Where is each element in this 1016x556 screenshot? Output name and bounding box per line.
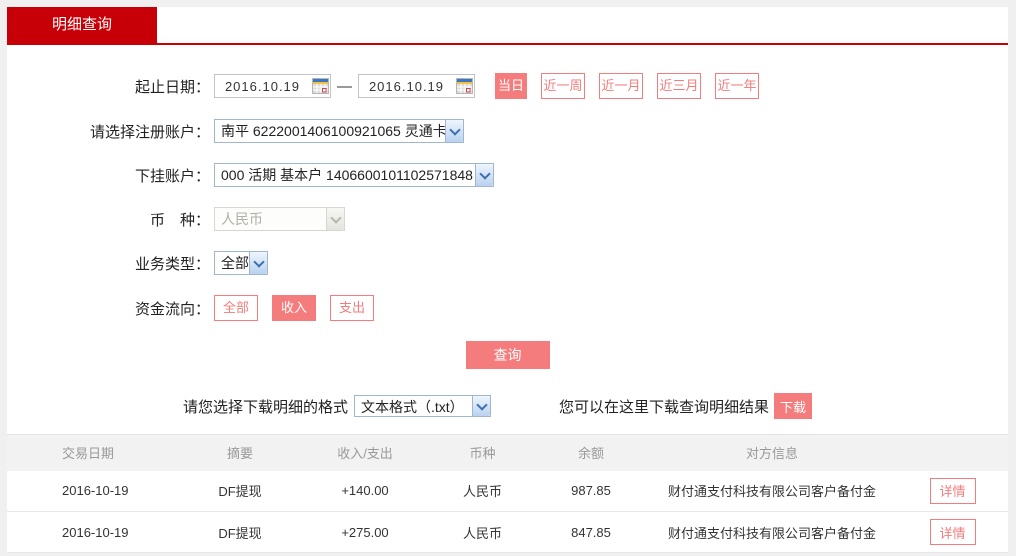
query-button[interactable]: 查询 xyxy=(465,341,550,369)
detail-button[interactable]: 详情 xyxy=(929,519,976,545)
header-balance: 余额 xyxy=(535,434,647,471)
cell-balance: 847.85 xyxy=(535,511,647,553)
cell-counterparty: 财付通支付科技有限公司客户备付金 xyxy=(647,470,897,512)
business-type-select[interactable]: 全部 xyxy=(214,251,268,275)
sub-account-label: 下挂账户： xyxy=(134,167,210,185)
cell-summary: DF提现 xyxy=(180,511,300,553)
date-separator: — xyxy=(337,77,352,95)
tab-detail-query[interactable]: 明细查询 xyxy=(7,7,157,43)
fund-flow-row: 资金流向： 全部 收入 支出 xyxy=(7,295,1008,321)
registered-account-row: 请选择注册账户： 南平 6222001406100921065 灵通卡 xyxy=(7,119,1008,143)
header-summary: 摘要 xyxy=(180,434,300,471)
cell-transaction-date: 2016-10-19 xyxy=(7,470,180,512)
registered-account-select[interactable]: 南平 6222001406100921065 灵通卡 xyxy=(214,119,464,143)
fund-flow-label: 资金流向： xyxy=(134,300,210,318)
date-to-input[interactable]: 2016.10.19 xyxy=(358,74,475,98)
chevron-down-icon[interactable] xyxy=(249,252,267,274)
cell-summary: DF提现 xyxy=(180,470,300,512)
detail-button[interactable]: 详情 xyxy=(929,477,976,504)
download-format-value: 文本格式（.txt） xyxy=(361,399,464,415)
currency-row: 币 种： 人民币 xyxy=(7,207,1008,231)
download-row: 请您选择下载明细的格式 文本格式（.txt） 您可以在这里下载查询明细结果 下载 xyxy=(7,393,1008,419)
content-panel: 明细查询 起止日期： 2016.10.19 — 2016.10.19 当日 近一… xyxy=(7,7,1008,553)
download-hint: 您可以在这里下载查询明细结果 xyxy=(559,398,770,416)
business-type-label: 业务类型： xyxy=(134,255,210,273)
currency-value: 人民币 xyxy=(221,211,263,227)
sub-account-select[interactable]: 000 活期 基本户 1406600101102571848 xyxy=(214,163,494,187)
sub-account-value: 000 活期 基本户 1406600101102571848 xyxy=(221,167,473,183)
cell-transaction-date: 2016-10-19 xyxy=(7,511,180,553)
chevron-down-icon[interactable] xyxy=(475,164,493,186)
download-format-label: 请您选择下载明细的格式 xyxy=(183,398,349,416)
registered-account-label: 请选择注册账户： xyxy=(89,123,210,141)
currency-select: 人民币 xyxy=(214,207,345,231)
calendar-icon[interactable] xyxy=(310,75,330,97)
download-button[interactable]: 下载 xyxy=(774,393,813,419)
header-transaction-date: 交易日期 xyxy=(7,434,180,471)
fund-flow-button-income[interactable]: 收入 xyxy=(272,295,316,321)
date-range-label: 起止日期： xyxy=(134,78,210,96)
period-button-week[interactable]: 近一周 xyxy=(541,73,585,99)
registered-account-value: 南平 6222001406100921065 灵通卡 xyxy=(221,123,445,139)
fund-flow-buttons: 全部 收入 支出 xyxy=(214,295,374,321)
header-income-expense: 收入/支出 xyxy=(300,434,430,471)
chevron-down-icon xyxy=(326,208,344,230)
header-currency: 币种 xyxy=(430,434,535,471)
cell-currency: 人民币 xyxy=(430,470,535,512)
period-quick-buttons: 当日 近一周 近一月 近三月 近一年 xyxy=(495,73,759,99)
query-form: 起止日期： 2016.10.19 — 2016.10.19 当日 近一周 近一月… xyxy=(7,45,1008,369)
header-counterparty: 对方信息 xyxy=(647,434,897,471)
download-format-select[interactable]: 文本格式（.txt） xyxy=(354,395,492,417)
business-type-value: 全部 xyxy=(221,255,249,271)
cell-counterparty: 财付通支付科技有限公司客户备付金 xyxy=(647,511,897,553)
date-to-value: 2016.10.19 xyxy=(368,78,445,94)
table-header-row: 交易日期 摘要 收入/支出 币种 余额 对方信息 xyxy=(7,434,1008,471)
transactions-table: 交易日期 摘要 收入/支出 币种 余额 对方信息 2016-10-19 DF提现… xyxy=(7,434,1008,553)
date-range-row: 起止日期： 2016.10.19 — 2016.10.19 当日 近一周 近一月… xyxy=(7,73,1008,99)
business-type-row: 业务类型： 全部 xyxy=(7,251,1008,275)
fund-flow-button-all[interactable]: 全部 xyxy=(214,295,258,321)
table-row: 2016-10-19 DF提现 +140.00 人民币 987.85 财付通支付… xyxy=(7,470,1008,512)
sub-account-row: 下挂账户： 000 活期 基本户 1406600101102571848 xyxy=(7,163,1008,187)
fund-flow-button-expense[interactable]: 支出 xyxy=(330,295,374,321)
period-button-quarter[interactable]: 近三月 xyxy=(657,73,701,99)
date-from-value: 2016.10.19 xyxy=(224,78,301,94)
cell-amount: +140.00 xyxy=(300,470,430,512)
query-button-row: 查询 xyxy=(7,341,1008,369)
calendar-icon[interactable] xyxy=(454,75,474,97)
period-button-month[interactable]: 近一月 xyxy=(599,73,643,99)
period-button-year[interactable]: 近一年 xyxy=(715,73,759,99)
header-actions xyxy=(897,434,1008,471)
chevron-down-icon[interactable] xyxy=(472,396,491,416)
cell-amount: +275.00 xyxy=(300,511,430,553)
cell-currency: 人民币 xyxy=(430,511,535,553)
chevron-down-icon[interactable] xyxy=(445,120,463,142)
cell-balance: 987.85 xyxy=(535,470,647,512)
currency-label: 币 种： xyxy=(149,211,210,229)
table-row: 2016-10-19 DF提现 +275.00 人民币 847.85 财付通支付… xyxy=(7,511,1008,553)
date-from-input[interactable]: 2016.10.19 xyxy=(214,74,331,98)
period-button-today[interactable]: 当日 xyxy=(495,73,527,99)
